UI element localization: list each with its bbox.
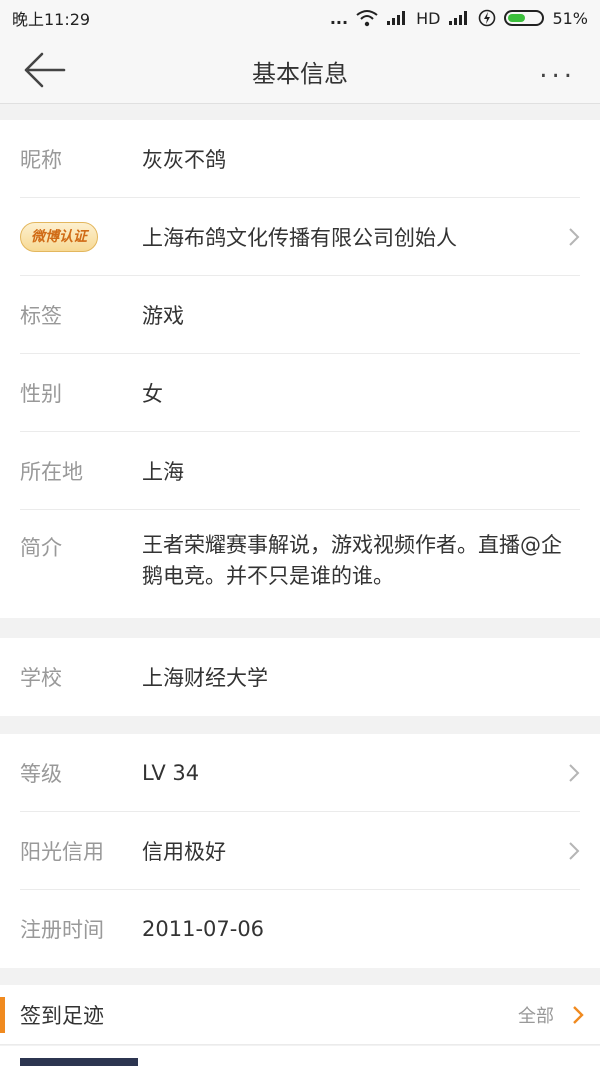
- row-value: 上海财经大学: [142, 666, 268, 690]
- info-row-level[interactable]: 等级 LV 34: [0, 734, 600, 812]
- info-row-bio: 简介 王者荣耀赛事解说，游戏视频作者。直播@企鹅电竞。并不只是谁的谁。: [0, 510, 600, 618]
- section-title: 签到足迹: [20, 1003, 104, 1028]
- battery-icon: [504, 10, 545, 26]
- status-icons: ... HD 51%: [330, 9, 588, 28]
- status-time: 晚上11:29: [12, 10, 91, 29]
- info-row-gender: 性别 女: [0, 354, 600, 432]
- account-card: 等级 LV 34 阳光信用 信用极好 注册时间 2011-07-06: [0, 734, 600, 968]
- cell-signal-icon-2: [449, 11, 468, 25]
- row-value: 女: [142, 382, 163, 406]
- basic-info-card: 昵称 灰灰不鸽 微博认证 上海布鸽文化传播有限公司创始人 标签 游戏 性别 女 …: [0, 120, 600, 618]
- row-label: 学校: [20, 666, 62, 690]
- row-value: 灰灰不鸽: [142, 148, 226, 172]
- nav-bar: 基本信息 ...: [0, 36, 600, 104]
- school-card: 学校 上海财经大学: [0, 638, 600, 716]
- row-label: 注册时间: [20, 918, 104, 942]
- battery-percent: 51%: [552, 8, 588, 28]
- view-all-link[interactable]: 全部: [518, 1002, 554, 1028]
- chevron-right-icon: [569, 842, 580, 860]
- status-bar: 晚上11:29 ... HD 51%: [0, 0, 600, 36]
- row-label: 阳光信用: [20, 840, 104, 864]
- page-title: 基本信息: [252, 60, 348, 88]
- info-row-credit[interactable]: 阳光信用 信用极好: [0, 812, 600, 890]
- weibo-verified-badge: 微博认证: [20, 222, 98, 252]
- checkin-thumbnails: [0, 1046, 600, 1066]
- row-label: 等级: [20, 762, 62, 786]
- network-type: HD: [416, 8, 441, 28]
- battery-fill: [508, 14, 525, 22]
- chevron-right-icon: [569, 764, 580, 782]
- info-row-nickname: 昵称 灰灰不鸽: [0, 120, 600, 198]
- section-accent-bar: [0, 997, 5, 1033]
- info-row-school: 学校 上海财经大学: [0, 638, 600, 716]
- charging-icon: [479, 9, 496, 27]
- row-label: 性别: [20, 382, 62, 406]
- row-value: 王者荣耀赛事解说，游戏视频作者。直播@企鹅电竞。并不只是谁的谁。: [142, 533, 562, 588]
- row-label: 微博认证: [20, 222, 142, 252]
- row-label: 标签: [20, 304, 62, 328]
- info-row-location: 所在地 上海: [0, 432, 600, 510]
- row-label: 简介: [20, 536, 62, 560]
- row-value: 游戏: [142, 304, 184, 328]
- info-row-verification[interactable]: 微博认证 上海布鸽文化传播有限公司创始人: [0, 198, 600, 276]
- info-row-tags: 标签 游戏: [0, 276, 600, 354]
- cell-signal-icon: [387, 11, 406, 25]
- wifi-icon: [356, 10, 378, 27]
- chevron-right-icon: [573, 1006, 584, 1024]
- row-value: 上海布鸽文化传播有限公司创始人: [142, 226, 457, 250]
- row-value: LV 34: [142, 761, 200, 785]
- checkin-thumbnail[interactable]: [20, 1058, 138, 1066]
- checkin-header[interactable]: 签到足迹 全部: [0, 985, 600, 1045]
- info-row-register-date: 注册时间 2011-07-06: [0, 890, 600, 968]
- more-menu-button[interactable]: ...: [539, 54, 576, 84]
- chevron-right-icon: [569, 228, 580, 246]
- row-label: 所在地: [20, 460, 83, 484]
- row-value: 信用极好: [142, 840, 226, 864]
- row-label: 昵称: [20, 148, 62, 172]
- row-value: 上海: [142, 460, 184, 484]
- row-value: 2011-07-06: [142, 917, 265, 941]
- signal-dots-icon: ...: [329, 8, 349, 28]
